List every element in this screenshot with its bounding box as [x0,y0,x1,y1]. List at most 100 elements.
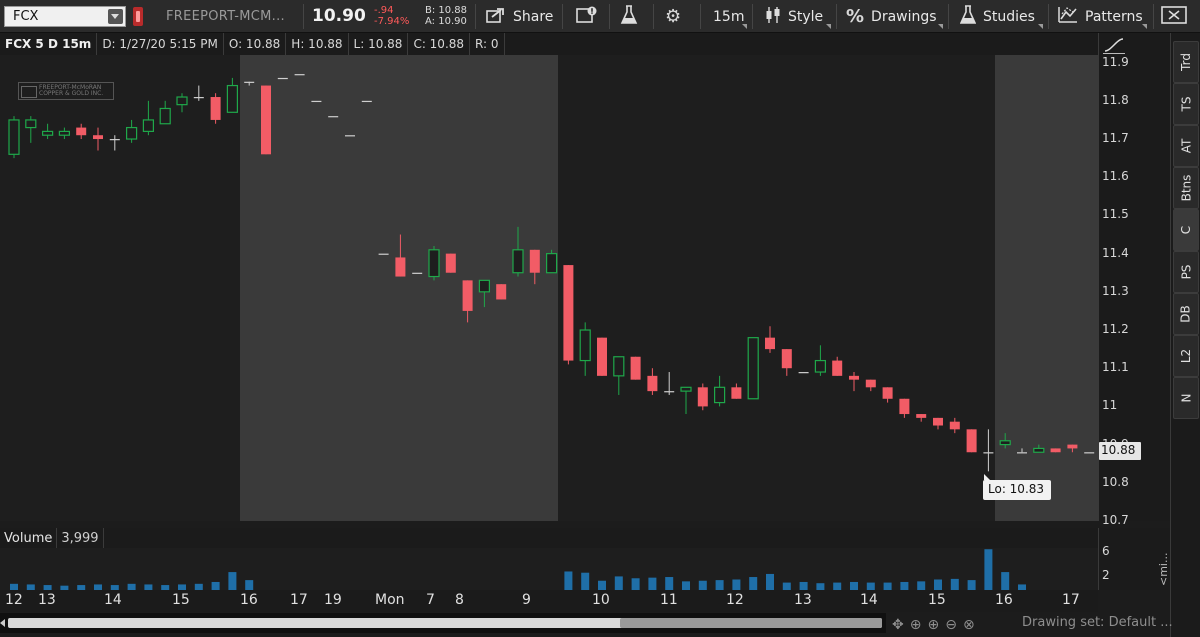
chart-title[interactable]: FCX 5 D 15m [0,33,98,55]
candle [462,280,473,323]
horizontal-scrollbar[interactable] [0,613,886,633]
scroll-left-icon[interactable] [0,619,5,627]
side-tab-ts[interactable]: TS [1173,83,1199,125]
divider [562,4,563,29]
candle [731,383,742,399]
time-axis-label: 16 [240,592,258,608]
time-axis-label: 15 [928,592,946,608]
drawing-set-selector[interactable]: Drawing set: Default ... [1022,615,1173,630]
candle [93,127,103,151]
volume-bar [850,581,858,590]
zoom-out-icon[interactable]: ⊖ [945,617,957,633]
candle-body [579,329,591,362]
side-tab-c[interactable]: C [1173,209,1199,251]
divider [700,4,701,29]
volume-pane[interactable] [0,548,1098,590]
volume-bar [245,580,254,590]
candle-body [462,280,473,311]
chevron-down-icon [1038,24,1043,29]
settings-button[interactable]: ⚙ [665,4,688,29]
candle-body [328,116,339,118]
candle-body [630,356,641,380]
symbol-dropdown-icon[interactable] [108,9,123,24]
candle [226,77,238,113]
candle-body [445,253,456,273]
side-tab-at[interactable]: AT [1173,125,1199,167]
candle-body [545,253,558,274]
candle-plot [8,74,1095,472]
candle [747,337,759,400]
patterns-button[interactable]: Patterns [1058,4,1143,29]
studies-button[interactable]: Studies [959,4,1035,29]
volume-value: 3,999 [57,528,104,548]
volume-bar [782,582,791,590]
side-tab-trd[interactable]: Trd [1173,41,1199,83]
side-tab-l2[interactable]: L2 [1173,335,1199,377]
drawings-button[interactable]: % Drawings [846,4,937,29]
candle [109,135,120,151]
crosshair-icon[interactable]: ⊕ [910,617,922,633]
candle-body [41,130,54,136]
volume-bar [749,577,758,590]
symbol-input[interactable]: FCX [4,6,126,27]
time-axis-label: 11 [660,592,678,608]
volume-label[interactable]: Volume [0,528,58,548]
gear-icon: ⚙ [665,6,682,27]
candle-body [966,429,977,453]
flask-icon [620,4,638,29]
alert-button[interactable] [576,4,605,29]
time-axis[interactable]: 12 13 14 15 16 17 19 Mon 7 8 9 10 11 12 13 14 15 16 17 [0,590,1098,612]
candle [210,93,221,124]
flask-button[interactable] [620,4,645,29]
candle [983,429,994,472]
timeframe-label: 15m [713,8,745,25]
candle [428,245,440,281]
candle-body [664,391,675,393]
volume-bar [648,577,657,590]
side-tab-ps[interactable]: PS [1173,251,1199,293]
candle [41,123,54,140]
side-tab-n[interactable]: N [1173,377,1199,419]
candle-body [1084,452,1095,454]
timeframe-selector[interactable]: 15m [713,4,744,29]
toolbar: FCX FREEPORT-MCM... 10.90 -.94 -7.94% B:… [0,0,1200,33]
autoscale-icon[interactable] [1103,36,1125,54]
chevron-down-icon [826,24,831,29]
flag-icon[interactable] [133,7,143,26]
candle-body [529,249,540,273]
volume-bar [900,581,909,590]
time-axis-label: 17 [1062,592,1080,608]
candle-body [882,387,893,399]
candle-body [58,130,71,136]
ask: A: 10.90 [425,16,467,27]
fullscreen-button[interactable] [1161,4,1194,29]
candle-body [25,119,37,129]
minimize-label[interactable]: <mi... [1157,553,1170,586]
candle-body [378,253,389,255]
scroll-thumb[interactable] [620,618,882,628]
price-chart[interactable]: FREEPORT-McMoRAN COPPER & GOLD INC. [0,55,1098,521]
volume-plot [10,549,1026,590]
candle [781,349,792,376]
style-button[interactable]: Style [765,4,823,29]
candle [378,253,389,255]
pan-icon[interactable]: ✥ [892,617,904,633]
price-axis-label: 11.7 [1102,131,1129,146]
studies-label: Studies [983,8,1035,25]
fit-icon[interactable]: ⊗ [963,617,975,633]
candle [814,345,827,376]
share-button[interactable]: Share [486,4,553,29]
volume-bar [614,576,623,590]
candle [713,375,726,407]
side-tab-btns[interactable]: Btns [1173,167,1199,209]
chevron-down-icon [1142,24,1147,29]
candle [395,234,406,277]
candle-body [832,360,843,376]
price-axis-label: 10.7 [1102,513,1129,527]
side-tab-db[interactable]: DB [1173,293,1199,335]
alert-icon [576,6,598,28]
candle [882,387,893,403]
zoom-in-icon[interactable]: ⊕ [927,617,939,633]
time-axis-label: 14 [860,592,878,608]
price-axis-label: 11.6 [1102,169,1129,184]
